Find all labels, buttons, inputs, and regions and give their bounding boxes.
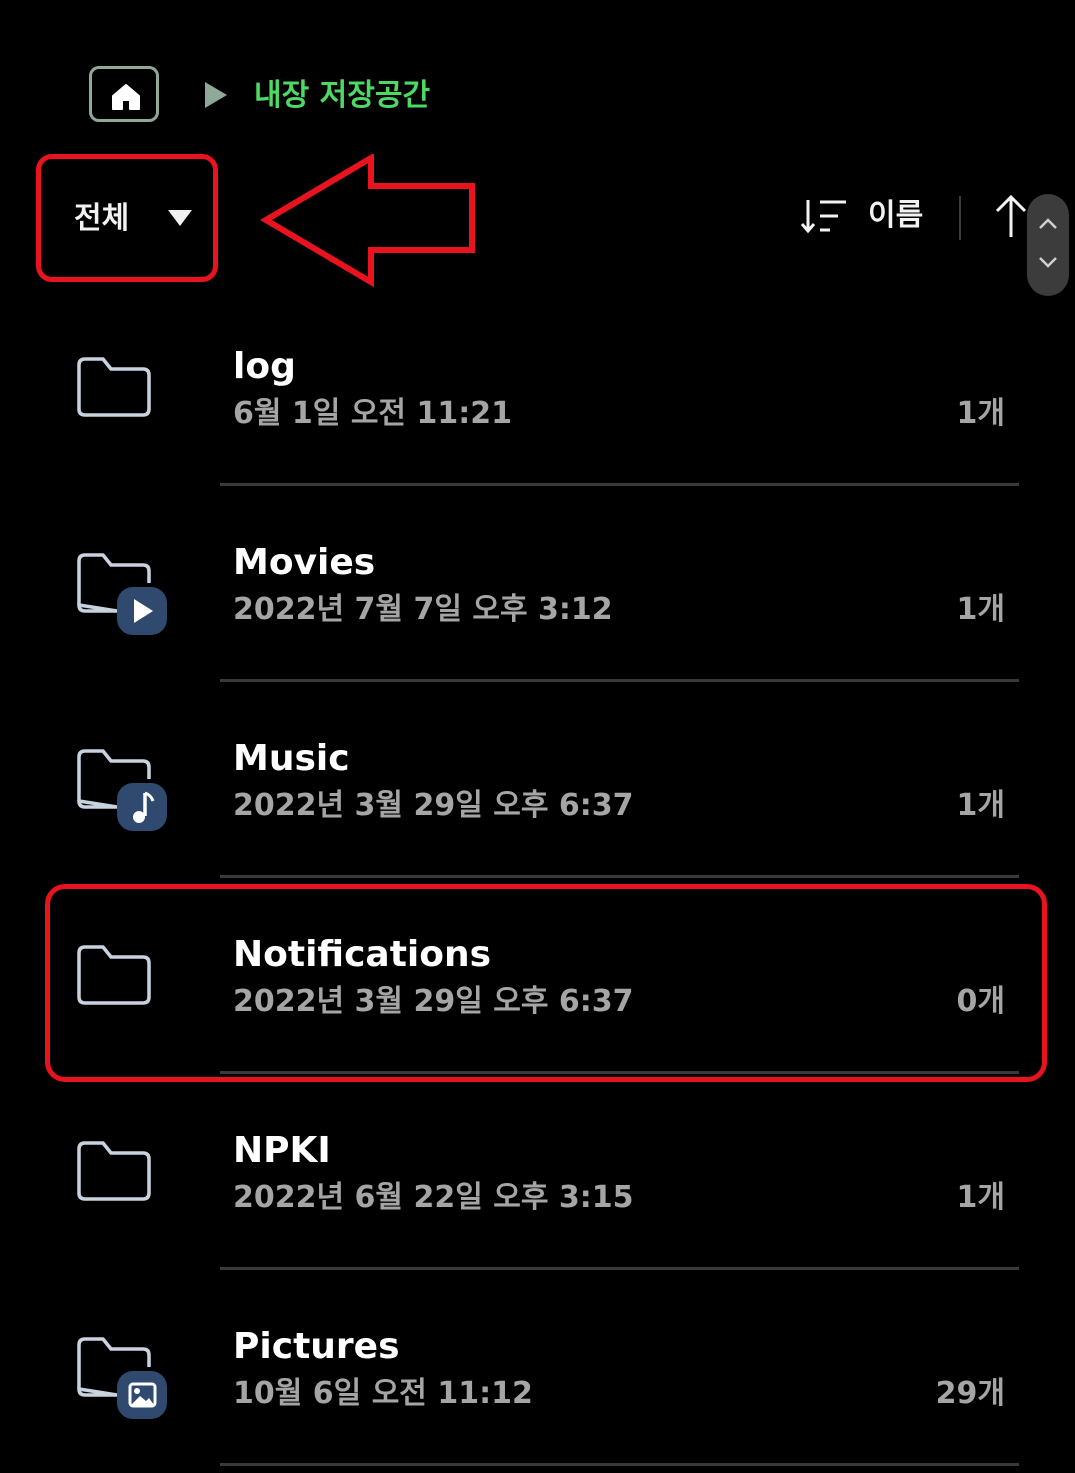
folder-row[interactable]: NPKI 2022년 6월 22일 오후 3:15 1개 xyxy=(0,1074,1075,1270)
folder-name: Notifications xyxy=(233,934,492,975)
chevron-down-icon xyxy=(1039,257,1057,268)
folder-name: Music xyxy=(233,738,350,779)
folder-date: 2022년 3월 29일 오후 6:37 xyxy=(233,788,634,823)
sort-label: 이름 xyxy=(868,198,924,233)
folder-name: Movies xyxy=(233,542,376,583)
folder-row[interactable]: Pictures 10월 6일 오전 11:12 29개 xyxy=(0,1270,1075,1466)
image-folder-icon xyxy=(77,1337,167,1419)
annotation-arrow-icon xyxy=(260,154,475,288)
folder-icon xyxy=(77,945,151,1005)
row-divider xyxy=(220,1463,1019,1466)
video-folder-icon xyxy=(77,553,167,635)
folder-row[interactable]: log 6월 1일 오전 11:21 1개 xyxy=(0,290,1075,486)
chevron-up-icon xyxy=(1039,218,1057,229)
folder-row[interactable]: Notifications 2022년 3월 29일 오후 6:37 0개 xyxy=(0,878,1075,1074)
play-triangle-icon xyxy=(205,82,227,108)
breadcrumb-current[interactable]: 내장 저장공간 xyxy=(254,74,430,118)
folder-date: 2022년 6월 22일 오후 3:15 xyxy=(233,1180,634,1215)
folder-name: NPKI xyxy=(233,1130,331,1171)
arrow-up-icon[interactable] xyxy=(994,194,1028,238)
folder-date: 6월 1일 오전 11:21 xyxy=(233,396,512,431)
item-count: 29개 xyxy=(935,1376,1005,1411)
folder-name: Pictures xyxy=(233,1326,400,1367)
folder-date: 2022년 3월 29일 오후 6:37 xyxy=(233,984,634,1019)
folder-name: log xyxy=(233,346,296,387)
caret-down-icon xyxy=(168,210,192,226)
home-icon xyxy=(112,84,140,110)
home-button[interactable] xyxy=(89,66,159,122)
item-count: 1개 xyxy=(956,788,1005,823)
folder-date: 2022년 7월 7일 오후 3:12 xyxy=(233,592,613,627)
music-folder-icon xyxy=(77,749,167,831)
filter-label: 전체 xyxy=(74,201,130,236)
item-count: 1개 xyxy=(956,1180,1005,1215)
folder-list: log 6월 1일 오전 11:21 1개 Movies 2022년 7월 7일… xyxy=(0,290,1075,1466)
filter-dropdown[interactable]: 전체 xyxy=(36,154,218,282)
item-count: 0개 xyxy=(956,984,1005,1019)
folder-icon xyxy=(77,1141,151,1201)
folder-row[interactable]: Movies 2022년 7월 7일 오후 3:12 1개 xyxy=(0,486,1075,682)
sort-divider xyxy=(959,196,961,240)
folder-date: 10월 6일 오전 11:12 xyxy=(233,1376,533,1411)
item-count: 1개 xyxy=(956,396,1005,431)
sort-icon xyxy=(800,200,846,234)
folder-row[interactable]: Music 2022년 3월 29일 오후 6:37 1개 xyxy=(0,682,1075,878)
item-count: 1개 xyxy=(956,592,1005,627)
folder-icon xyxy=(77,357,151,417)
scroll-handle[interactable] xyxy=(1027,194,1069,296)
